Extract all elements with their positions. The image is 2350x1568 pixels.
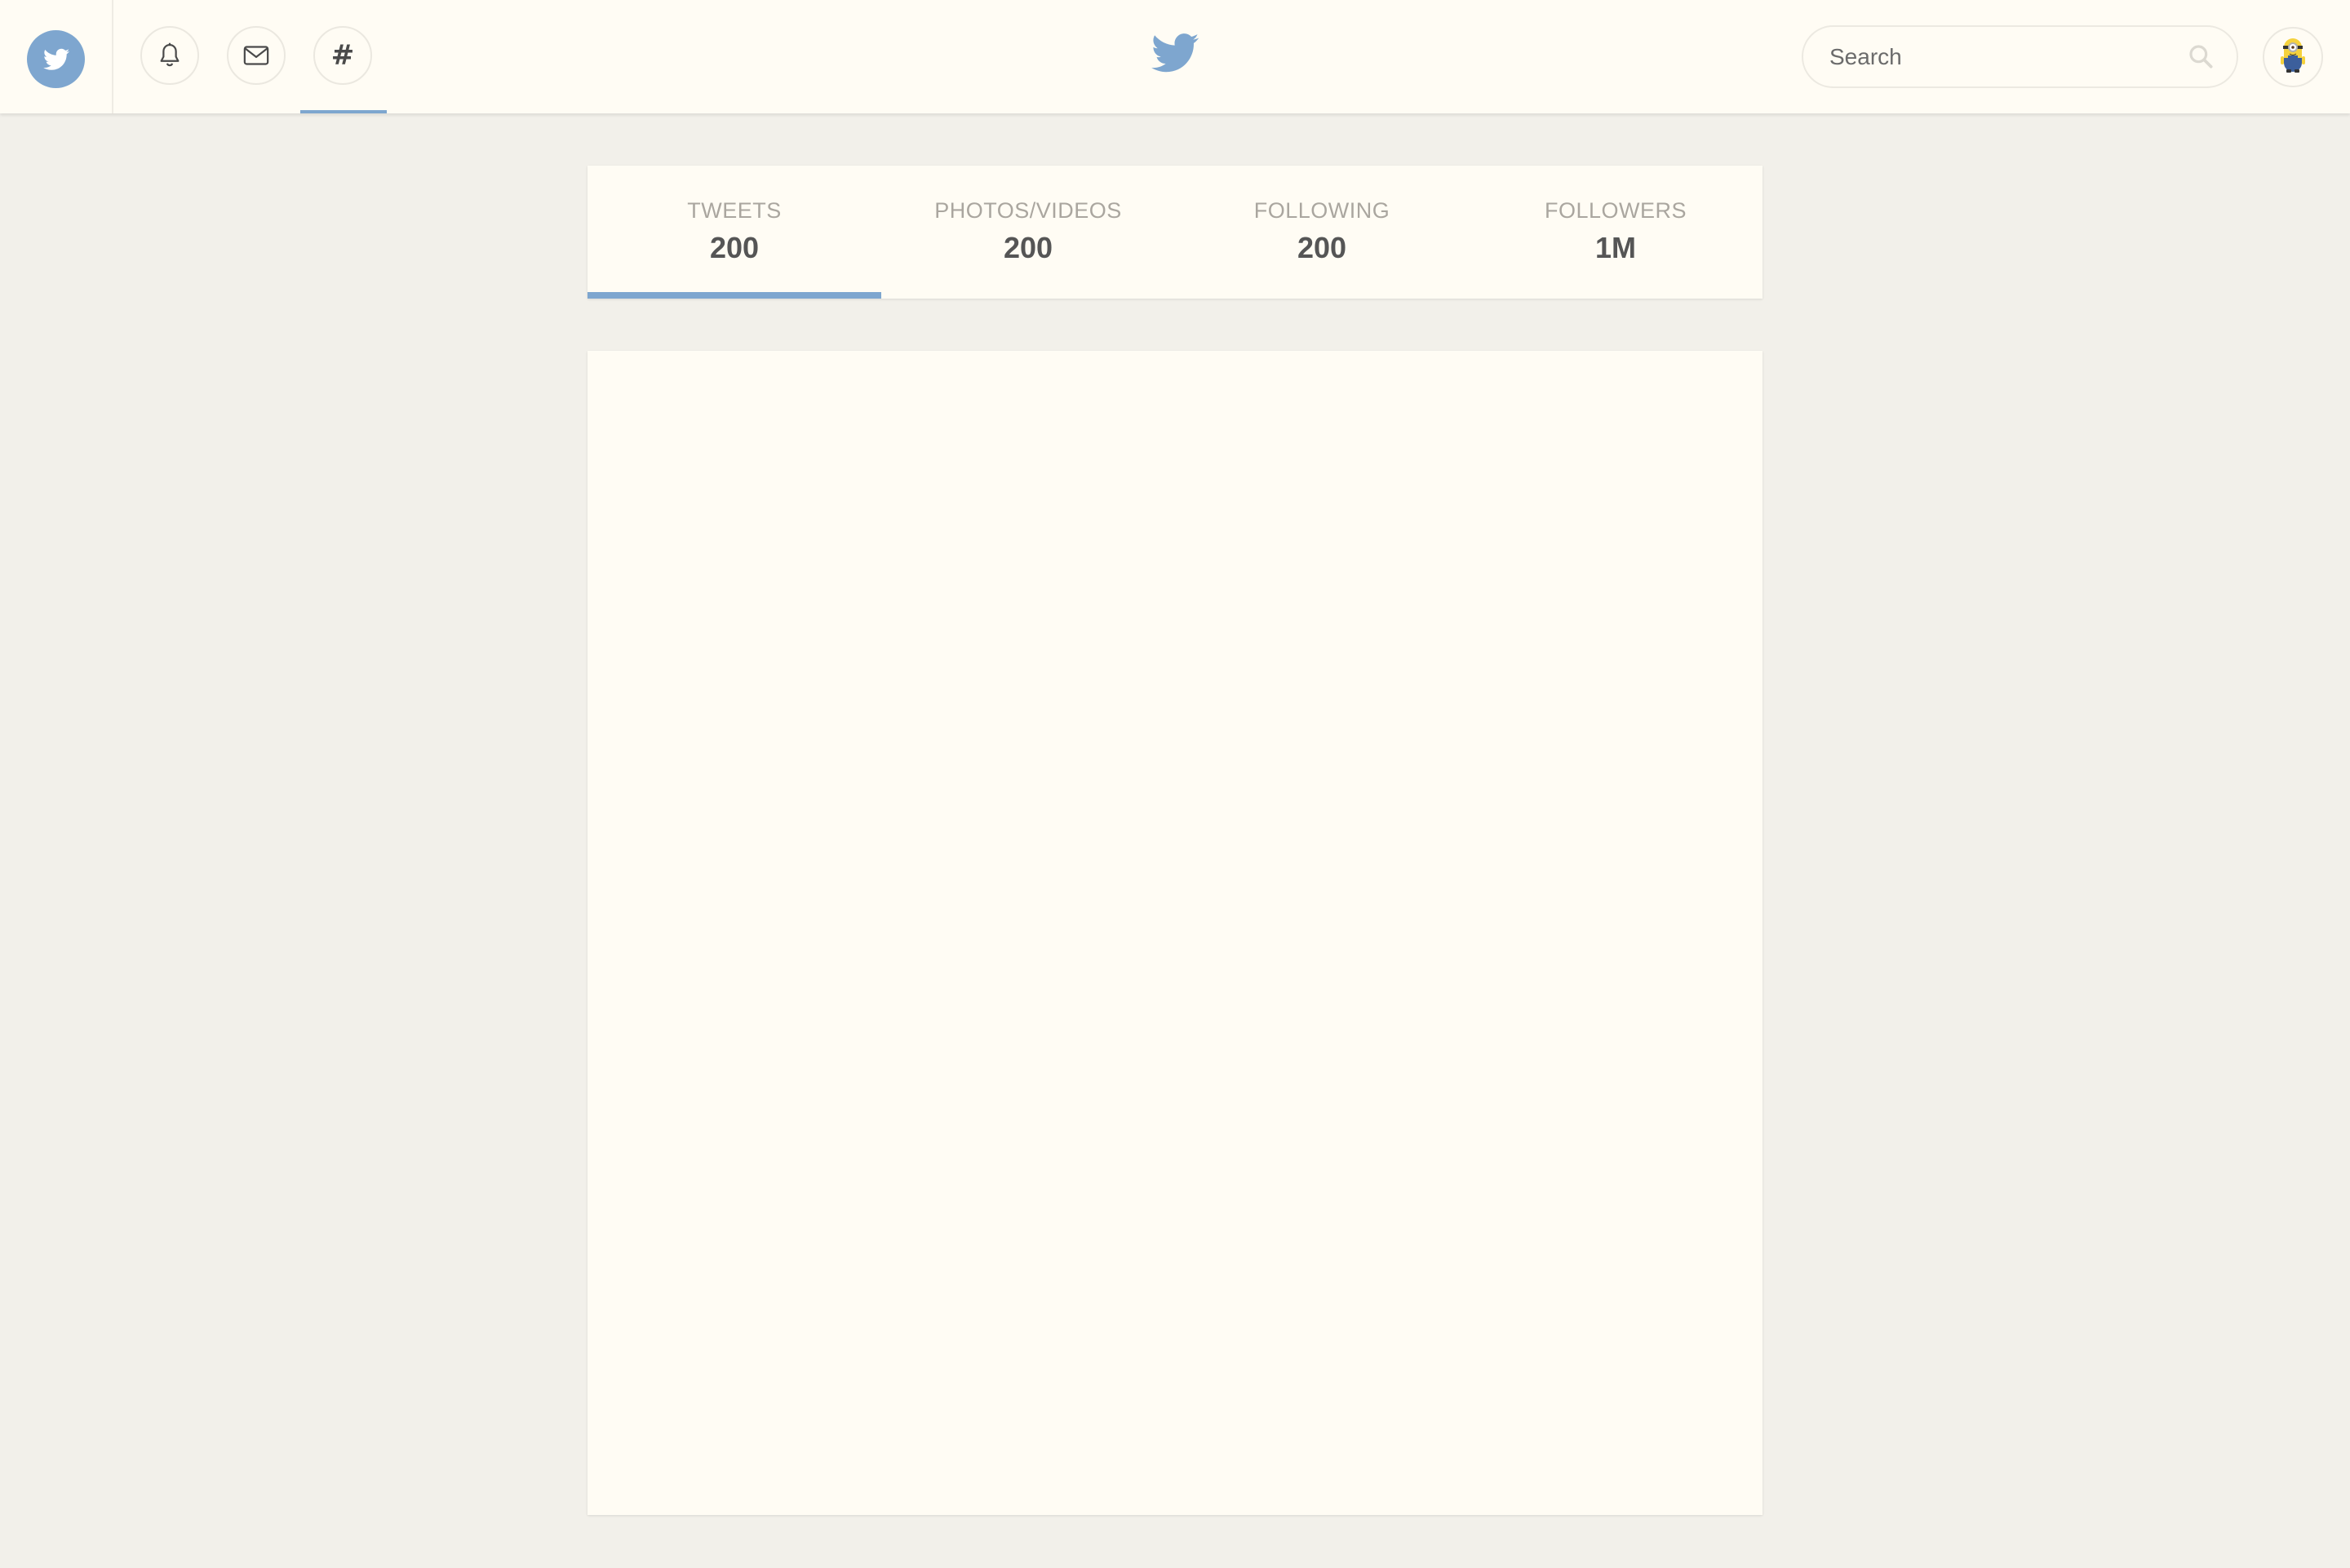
stat-value: 200 (1003, 231, 1053, 264)
home-button[interactable] (27, 30, 85, 88)
notifications-button[interactable] (140, 26, 199, 85)
bell-icon (160, 42, 180, 67)
stat-label: PHOTOS/VIDEOS (934, 198, 1122, 223)
active-tab-indicator (588, 292, 881, 299)
search-icon[interactable] (2188, 43, 2214, 69)
twitter-logo-icon (1151, 33, 1199, 73)
stat-following[interactable]: FOLLOWING 200 (1175, 166, 1469, 299)
stat-photos-videos[interactable]: PHOTOS/VIDEOS 200 (881, 166, 1175, 299)
stat-value: 200 (709, 231, 760, 264)
stat-followers[interactable]: FOLLOWERS 1M (1469, 166, 1762, 299)
stat-label: FOLLOWERS (1544, 198, 1687, 223)
profile-stats-card: TWEETS 200 PHOTOS/VIDEOS 200 FOLLOWING 2… (588, 166, 1762, 299)
stat-tweets[interactable]: TWEETS 200 (588, 166, 881, 299)
hashtag-icon: # (330, 39, 355, 72)
mail-icon (243, 46, 269, 65)
stat-value: 1M (1594, 231, 1636, 264)
hashtags-button[interactable]: # (313, 26, 372, 85)
content-panel (588, 351, 1762, 1515)
twitter-bird-icon (42, 48, 69, 70)
search-box (1802, 25, 2238, 88)
top-navigation-bar: # (0, 0, 2350, 113)
stat-label: TWEETS (687, 198, 782, 223)
messages-button[interactable] (227, 26, 286, 85)
stat-label: FOLLOWING (1253, 198, 1390, 223)
stat-value: 200 (1297, 231, 1347, 264)
avatar[interactable] (2263, 27, 2323, 87)
minion-avatar-icon (2281, 38, 2305, 73)
topbar-divider (112, 0, 113, 113)
search-input[interactable] (1828, 42, 2157, 71)
active-nav-indicator (300, 110, 387, 113)
